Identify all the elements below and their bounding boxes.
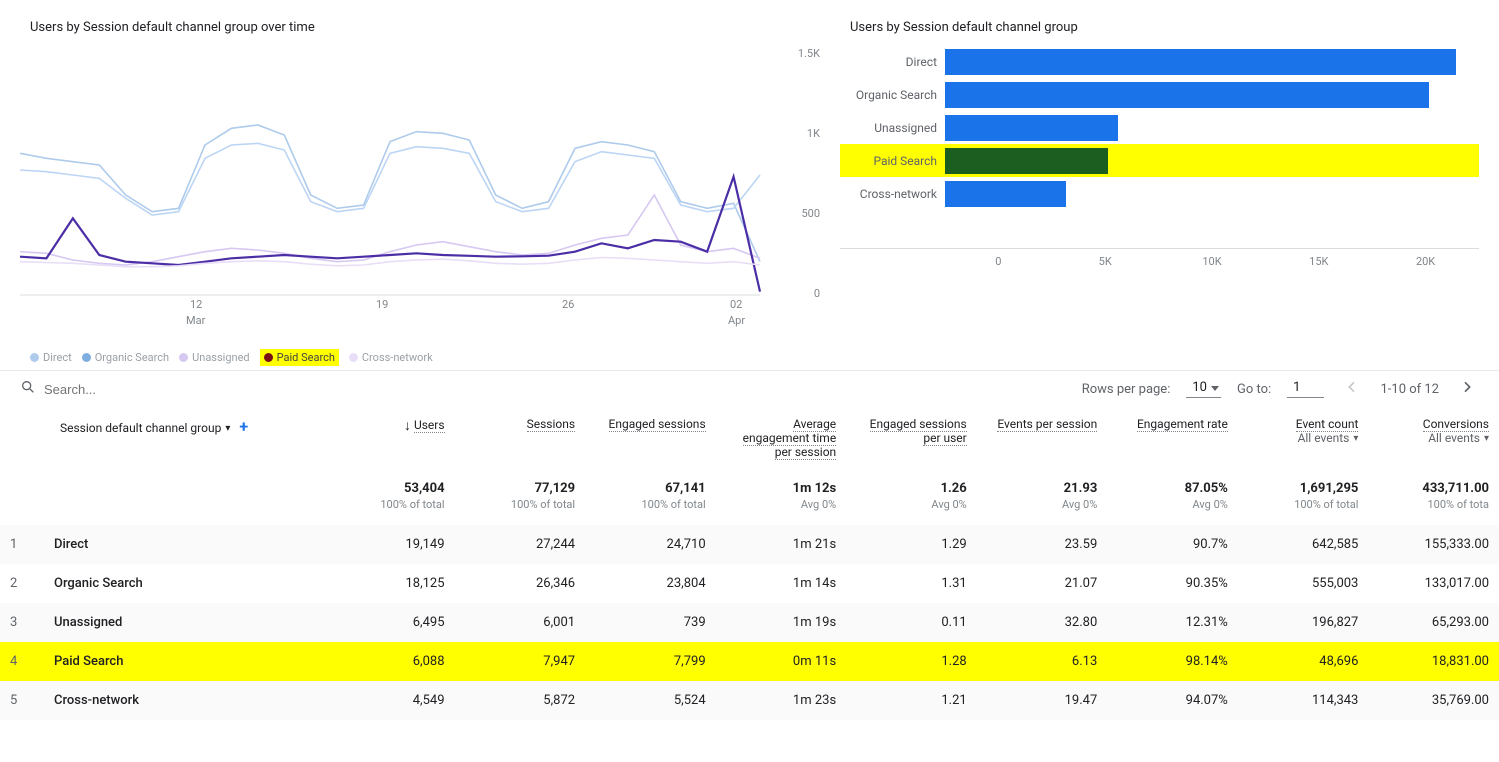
- total-eps: 21.93: [977, 469, 1108, 498]
- dimension-column-header[interactable]: Session default channel group ▾ +: [0, 407, 324, 469]
- bar-label: Cross-network: [840, 187, 945, 201]
- col-engaged-sessions[interactable]: Engaged sessions: [585, 407, 716, 469]
- legend-direct[interactable]: Direct: [30, 351, 72, 364]
- total-epu: 1.26: [846, 469, 977, 498]
- y-tick-500: 500: [801, 207, 820, 220]
- bar-row-direct[interactable]: Direct: [840, 45, 1479, 78]
- bar: [945, 115, 1118, 141]
- bar: [945, 148, 1108, 174]
- x-tick-02-sub: Apr: [728, 314, 745, 327]
- bar-label: Organic Search: [840, 88, 945, 102]
- x-tick-12-sub: Mar: [186, 314, 205, 327]
- line-chart: 1.5K 1K 500 0 12 Mar 19 26 02 Apr: [20, 45, 820, 345]
- next-page-button[interactable]: [1455, 379, 1479, 399]
- col-engagement-rate[interactable]: Engagement rate: [1107, 407, 1238, 469]
- total-conv: 433,711.00: [1368, 469, 1499, 498]
- total-users: 53,404: [324, 469, 455, 498]
- bar-row-unassigned[interactable]: Unassigned: [840, 111, 1479, 144]
- y-tick-1500: 1.5K: [798, 47, 820, 60]
- bar-row-organic-search[interactable]: Organic Search: [840, 78, 1479, 111]
- total-ec: 1,691,295: [1238, 469, 1369, 498]
- rows-per-page-select[interactable]: 10: [1186, 380, 1221, 398]
- table-row[interactable]: 2Organic Search18,12526,34623,8041m 14s1…: [0, 564, 1499, 603]
- x-tick-19: 19: [376, 298, 388, 311]
- page-range: 1-10 of 12: [1380, 382, 1439, 397]
- search-icon: [20, 379, 36, 399]
- bar: [945, 49, 1456, 75]
- legend-cross-network[interactable]: Cross-network: [349, 351, 433, 364]
- search-input[interactable]: [44, 382, 220, 397]
- prev-page-button[interactable]: [1340, 379, 1364, 399]
- bar-chart: Direct Organic Search Unassigned Paid Searc…: [840, 45, 1479, 268]
- total-avg: 1m 12s: [716, 469, 847, 498]
- legend-paid-search[interactable]: Paid Search: [260, 349, 339, 366]
- y-tick-0: 0: [814, 287, 820, 300]
- col-event-count[interactable]: Event count All events ▾: [1238, 407, 1369, 469]
- col-sessions[interactable]: Sessions: [455, 407, 586, 469]
- y-tick-1000: 1K: [807, 127, 820, 140]
- total-sessions: 77,129: [455, 469, 586, 498]
- bar-chart-title: Users by Session default channel group: [850, 20, 1479, 35]
- table-row[interactable]: 4Paid Search6,0887,9477,7990m 11s1.286.1…: [0, 642, 1499, 681]
- legend-unassigned[interactable]: Unassigned: [179, 351, 250, 364]
- table-row[interactable]: 5Cross-network4,5495,8725,5241m 23s1.211…: [0, 681, 1499, 720]
- table-row[interactable]: 1Direct19,14927,24424,7101m 21s1.2923.59…: [0, 525, 1499, 564]
- col-avg-engagement[interactable]: Average engagement time per session: [716, 407, 847, 469]
- x-tick-26: 26: [562, 298, 574, 311]
- bar: [945, 181, 1066, 207]
- col-events-per-session[interactable]: Events per session: [977, 407, 1108, 469]
- x-tick-12: 12: [190, 298, 202, 311]
- chevron-down-icon: ▾: [225, 423, 230, 434]
- bar-xaxis-tick: 15K: [1265, 255, 1372, 268]
- bar-xaxis-tick: 10K: [1159, 255, 1266, 268]
- bar: [945, 82, 1429, 108]
- bar-row-paid-search[interactable]: Paid Search: [840, 144, 1479, 177]
- col-conversions[interactable]: Conversions All events ▾: [1368, 407, 1499, 469]
- x-tick-02: 02: [730, 298, 742, 311]
- bar-xaxis-tick: 20K: [1372, 255, 1479, 268]
- bar-label: Paid Search: [840, 154, 945, 168]
- bar-xaxis-tick: 5K: [1052, 255, 1159, 268]
- legend-organic[interactable]: Organic Search: [82, 351, 169, 364]
- line-chart-legend: Direct Organic Search Unassigned Paid Se…: [20, 345, 820, 366]
- rows-per-page-label: Rows per page:: [1082, 382, 1171, 397]
- bar-label: Direct: [840, 55, 945, 69]
- goto-input[interactable]: 1: [1287, 380, 1324, 398]
- total-engaged: 67,141: [585, 469, 716, 498]
- line-chart-title: Users by Session default channel group o…: [30, 20, 820, 35]
- bar-label: Unassigned: [840, 121, 945, 135]
- table-row[interactable]: 3Unassigned6,4956,0017391m 19s0.1132.801…: [0, 603, 1499, 642]
- goto-label: Go to:: [1237, 382, 1271, 397]
- add-dimension-button[interactable]: +: [239, 417, 248, 436]
- bar-row-cross-network[interactable]: Cross-network: [840, 177, 1479, 210]
- col-users[interactable]: ↓ Users: [324, 407, 455, 469]
- bar-xaxis-tick: 0: [945, 255, 1052, 268]
- col-engaged-per-user[interactable]: Engaged sessions per user: [846, 407, 977, 469]
- data-table: Session default channel group ▾ + ↓ User…: [0, 407, 1499, 720]
- total-rate: 87.05%: [1107, 469, 1238, 498]
